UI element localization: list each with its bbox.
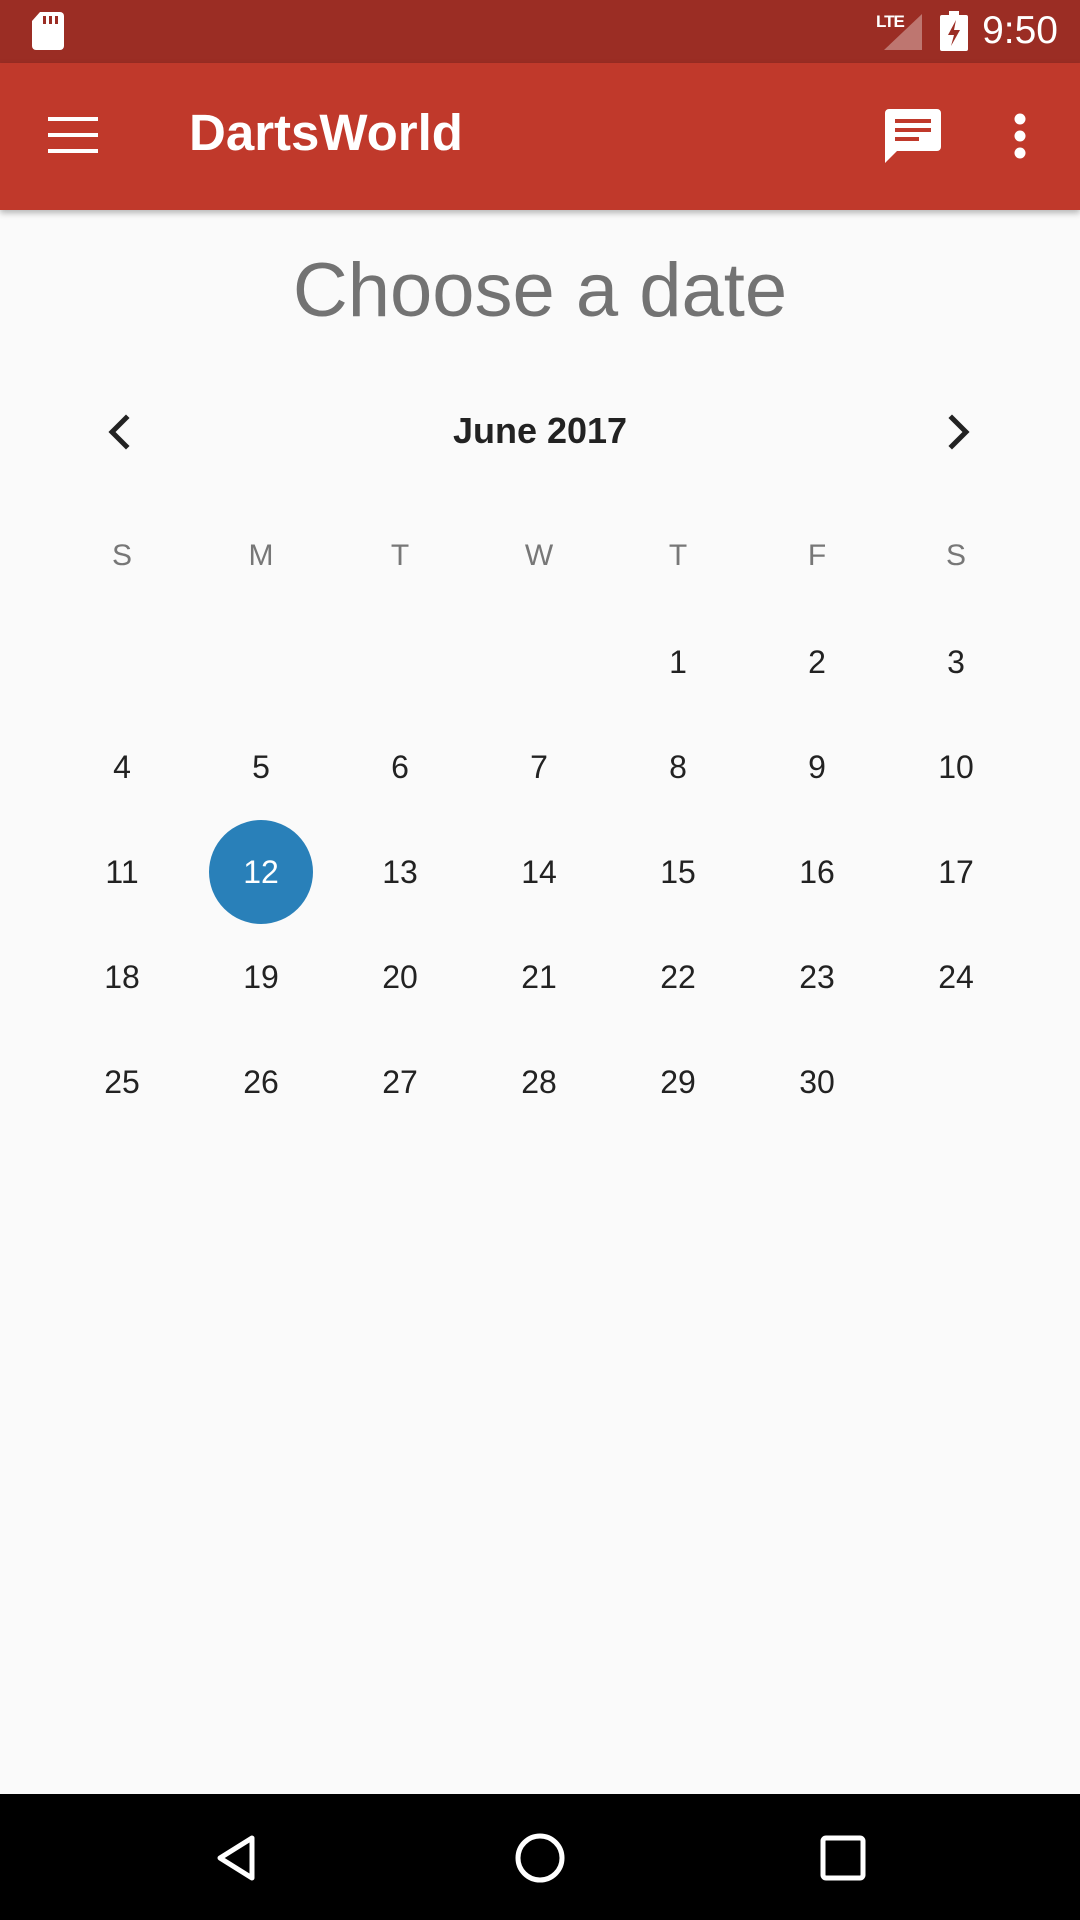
day-cell[interactable]: 13 xyxy=(348,820,452,924)
weekday-label: T xyxy=(668,539,688,572)
weekday-label: W xyxy=(524,539,554,572)
day-cell[interactable]: 21 xyxy=(487,925,591,1029)
day-cell[interactable]: 18 xyxy=(70,925,174,1029)
home-button[interactable] xyxy=(492,1810,588,1906)
month-header: June 2017 xyxy=(0,380,1080,484)
day-cell[interactable]: 5 xyxy=(209,715,313,819)
menu-button[interactable] xyxy=(24,93,120,179)
app-bar: DartsWorld xyxy=(0,63,1080,210)
day-cell[interactable]: 15 xyxy=(626,820,730,924)
day-cell[interactable]: 1 xyxy=(626,610,730,714)
chevron-right-icon xyxy=(948,414,970,450)
day-cell[interactable]: 14 xyxy=(487,820,591,924)
overflow-menu-button[interactable] xyxy=(994,93,1050,179)
app-title: DartsWorld xyxy=(189,104,463,161)
chat-button[interactable] xyxy=(870,93,954,179)
day-cell[interactable]: 6 xyxy=(348,715,452,819)
status-bar: LTE 9:50 xyxy=(0,0,1080,63)
recents-button[interactable] xyxy=(795,1810,891,1906)
day-cell[interactable]: 20 xyxy=(348,925,452,1029)
day-cell[interactable]: 7 xyxy=(487,715,591,819)
day-cell[interactable]: 11 xyxy=(70,820,174,924)
day-cell[interactable]: 28 xyxy=(487,1030,591,1134)
day-cell[interactable]: 26 xyxy=(209,1030,313,1134)
recents-icon xyxy=(820,1835,866,1881)
screen: LTE 9:50 DartsWorld Choose a date June 2… xyxy=(0,0,1080,1920)
navigation-bar xyxy=(0,1794,1080,1920)
day-cell[interactable]: 4 xyxy=(70,715,174,819)
day-cell[interactable]: 17 xyxy=(904,820,1008,924)
day-cell[interactable]: 8 xyxy=(626,715,730,819)
network-type-label: LTE xyxy=(876,12,905,31)
day-cell[interactable]: 29 xyxy=(626,1030,730,1134)
battery-charging-icon xyxy=(940,11,968,51)
more-vert-icon xyxy=(1014,113,1026,159)
weekday-header-row: SMTWTFS xyxy=(0,528,1080,584)
prev-month-button[interactable] xyxy=(80,392,160,472)
day-grid: 1 2 3 4 5 6 7 8 9 10 11 12 13 14 15 16 17 18 19 20 21 22 23 24 2… xyxy=(0,610,1080,1135)
home-icon xyxy=(515,1833,565,1883)
weekday-label: F xyxy=(807,539,827,572)
day-cell[interactable]: 2 xyxy=(765,610,869,714)
day-cell[interactable]: 30 xyxy=(765,1030,869,1134)
back-icon xyxy=(217,1835,255,1881)
weekday-label: S xyxy=(111,539,132,572)
next-month-button[interactable] xyxy=(918,392,998,472)
sd-card-icon xyxy=(32,12,64,50)
day-cell-selected[interactable]: 12 xyxy=(209,820,313,924)
day-cell[interactable]: 16 xyxy=(765,820,869,924)
weekday-label: S xyxy=(945,539,966,572)
weekday-label: M xyxy=(248,539,274,572)
day-cell[interactable]: 3 xyxy=(904,610,1008,714)
hamburger-menu-icon xyxy=(48,117,98,153)
day-cell[interactable]: 23 xyxy=(765,925,869,1029)
page-title: Choose a date xyxy=(292,248,788,333)
status-clock: 9:50 xyxy=(982,9,1058,52)
weekday-label: T xyxy=(390,539,410,572)
chevron-left-icon xyxy=(108,414,130,450)
day-cell[interactable]: 27 xyxy=(348,1030,452,1134)
chat-message-icon xyxy=(885,109,941,163)
day-cell[interactable]: 22 xyxy=(626,925,730,1029)
back-button[interactable] xyxy=(190,1810,286,1906)
day-cell[interactable]: 9 xyxy=(765,715,869,819)
day-cell[interactable]: 25 xyxy=(70,1030,174,1134)
month-label: June 2017 xyxy=(452,410,628,451)
day-cell[interactable]: 19 xyxy=(209,925,313,1029)
day-cell[interactable]: 10 xyxy=(904,715,1008,819)
day-cell[interactable]: 24 xyxy=(904,925,1008,1029)
